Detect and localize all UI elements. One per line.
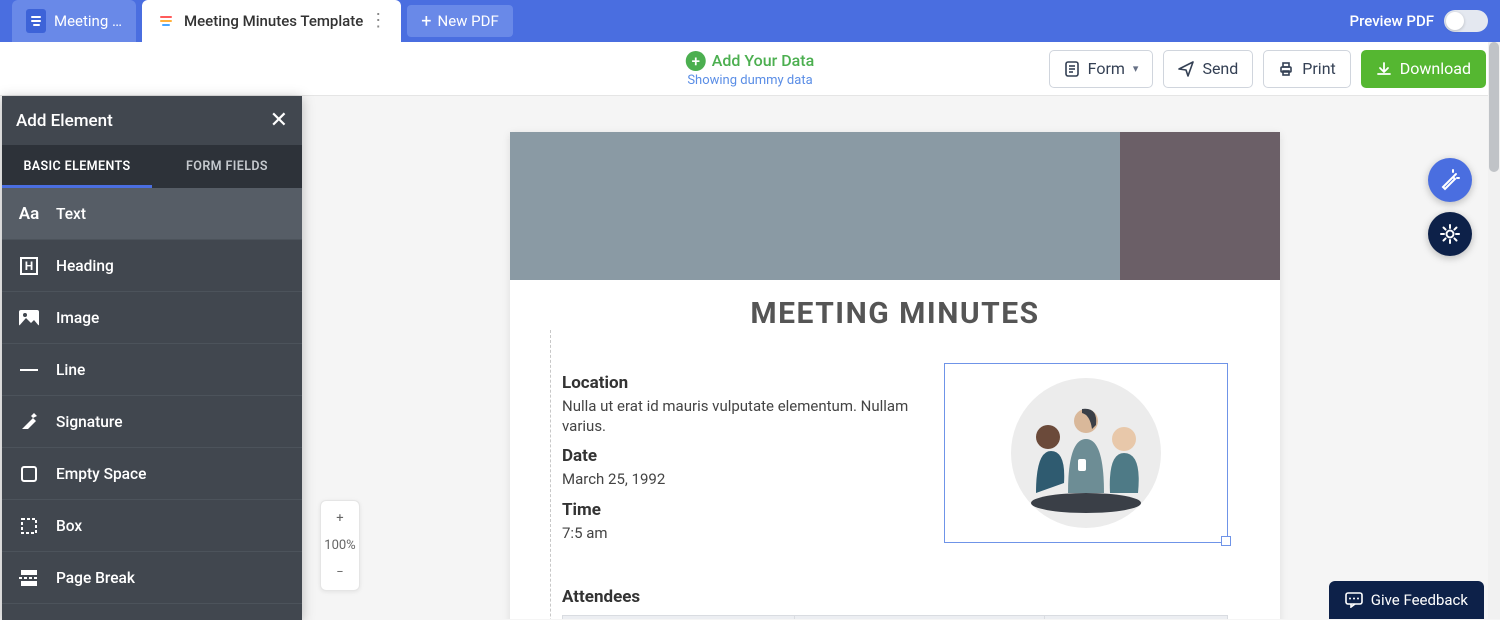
element-empty-space[interactable]: Empty Space xyxy=(2,448,302,500)
add-element-panel: Add Element ✕ BASIC ELEMENTS FORM FIELDS… xyxy=(2,96,302,620)
add-your-data-button[interactable]: + Add Your Data xyxy=(686,51,815,71)
magic-fab[interactable] xyxy=(1428,158,1472,202)
element-label: Signature xyxy=(56,413,123,431)
settings-fab[interactable] xyxy=(1428,212,1472,256)
new-pdf-label: New PDF xyxy=(438,12,499,30)
form-icon xyxy=(1064,61,1080,77)
element-label: Page Break xyxy=(56,569,135,587)
data-info: + Add Your Data Showing dummy data xyxy=(686,42,815,96)
tab-basic-elements[interactable]: BASIC ELEMENTS xyxy=(2,145,152,188)
element-text[interactable]: Aa Text xyxy=(2,188,302,240)
action-bar: + Add Your Data Showing dummy data Form … xyxy=(0,42,1500,96)
attendees-label[interactable]: Attendees xyxy=(562,587,1228,607)
download-label: Download xyxy=(1400,59,1471,78)
close-icon[interactable]: ✕ xyxy=(270,108,288,133)
element-heading[interactable]: H Heading xyxy=(2,240,302,292)
tab-label: Meeting Minutes Template xyxy=(184,12,363,30)
table-header-row: Name Position Department xyxy=(563,616,1228,620)
element-label: Empty Space xyxy=(56,465,146,483)
plus-icon: + xyxy=(421,11,431,32)
element-page-break[interactable]: Page Break xyxy=(2,552,302,604)
document-page[interactable]: MEETING MINUTES Location Nulla ut erat i… xyxy=(510,132,1280,619)
margin-guide xyxy=(550,330,551,619)
image-icon xyxy=(2,310,56,326)
doc-icon xyxy=(26,9,46,33)
meeting-illustration xyxy=(1006,373,1166,533)
location-value[interactable]: Nulla ut erat id mauris vulputate elemen… xyxy=(562,397,926,436)
text-icon: Aa xyxy=(2,204,56,224)
date-value[interactable]: March 25, 1992 xyxy=(562,470,926,490)
send-button[interactable]: Send xyxy=(1163,50,1253,88)
send-label: Send xyxy=(1202,59,1238,78)
element-label: Text xyxy=(56,205,86,223)
add-data-label: Add Your Data xyxy=(712,51,815,70)
document-title[interactable]: MEETING MINUTES xyxy=(510,242,1280,331)
form-label: Form xyxy=(1088,59,1125,78)
col-department: Department xyxy=(1044,616,1227,620)
element-label: Line xyxy=(56,361,85,379)
heading-icon: H xyxy=(2,257,56,275)
download-button[interactable]: Download xyxy=(1361,50,1486,88)
dummy-data-note: Showing dummy data xyxy=(686,73,815,88)
tab-bar: Meeting … Meeting Minutes Template ⋮ + N… xyxy=(0,0,1500,42)
chat-icon xyxy=(1345,592,1363,608)
line-icon xyxy=(2,369,56,371)
page-break-icon xyxy=(2,570,56,586)
date-label[interactable]: Date xyxy=(562,446,926,466)
element-label: Heading xyxy=(56,257,114,275)
feedback-label: Give Feedback xyxy=(1371,591,1468,609)
print-label: Print xyxy=(1302,59,1335,78)
vertical-scrollbar[interactable] xyxy=(1488,42,1500,619)
new-pdf-button[interactable]: + New PDF xyxy=(407,5,512,37)
location-label[interactable]: Location xyxy=(562,373,926,393)
time-label[interactable]: Time xyxy=(562,500,926,520)
give-feedback-button[interactable]: Give Feedback xyxy=(1329,581,1484,619)
col-name: Name xyxy=(563,616,795,620)
send-icon xyxy=(1178,61,1194,77)
plus-circle-icon: + xyxy=(686,51,706,71)
print-button[interactable]: Print xyxy=(1263,50,1350,88)
preview-pdf-toggle[interactable]: Preview PDF xyxy=(1350,10,1488,32)
panel-title: Add Element xyxy=(16,111,113,131)
element-label: Box xyxy=(56,517,82,535)
box-icon xyxy=(2,516,56,536)
element-label: Image xyxy=(56,309,99,327)
element-box[interactable]: Box xyxy=(2,500,302,552)
canvas[interactable]: MEETING MINUTES Location Nulla ut erat i… xyxy=(302,96,1488,619)
tab-meeting-template[interactable]: Meeting Minutes Template ⋮ xyxy=(142,0,401,42)
scrollbar-thumb[interactable] xyxy=(1489,42,1499,172)
signature-icon xyxy=(2,412,56,432)
tab-form-fields[interactable]: FORM FIELDS xyxy=(152,145,302,188)
element-signature[interactable]: Signature xyxy=(2,396,302,448)
col-position: Position xyxy=(794,616,1044,620)
tab-label: Meeting … xyxy=(54,12,122,30)
image-placeholder[interactable] xyxy=(944,363,1228,543)
chevron-down-icon: ▾ xyxy=(1133,62,1139,75)
tab-meeting-1[interactable]: Meeting … xyxy=(12,0,136,42)
preview-label: Preview PDF xyxy=(1350,12,1434,30)
doc-icon xyxy=(156,9,176,33)
toggle-switch[interactable] xyxy=(1444,10,1488,32)
download-icon xyxy=(1376,61,1392,77)
element-line[interactable]: Line xyxy=(2,344,302,396)
attendees-table[interactable]: Name Position Department Arcu mollis Con… xyxy=(562,615,1228,619)
time-value[interactable]: 7:5 am xyxy=(562,524,926,544)
gear-icon xyxy=(1439,223,1461,245)
empty-space-icon xyxy=(2,466,56,482)
print-icon xyxy=(1278,61,1294,77)
element-image[interactable]: Image xyxy=(2,292,302,344)
magic-wand-icon xyxy=(1439,169,1461,191)
form-button[interactable]: Form ▾ xyxy=(1049,50,1154,88)
